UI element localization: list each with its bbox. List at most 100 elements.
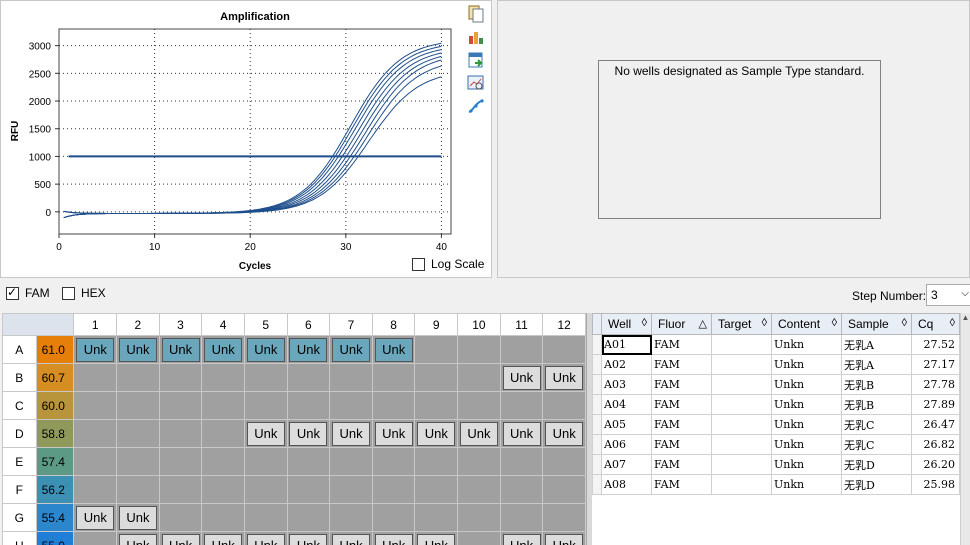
well-sample-type[interactable]: Unk bbox=[118, 533, 157, 545]
cell-well[interactable]: A02 bbox=[601, 354, 652, 375]
cell-well[interactable]: A05 bbox=[601, 414, 652, 435]
plate-well[interactable] bbox=[499, 335, 544, 364]
plate-well[interactable]: Unk bbox=[542, 363, 586, 392]
plate-well[interactable]: Unk bbox=[371, 335, 416, 364]
well-sample-type[interactable]: Unk bbox=[545, 365, 584, 390]
scroll-up-icon[interactable]: ▲ bbox=[961, 313, 970, 322]
row-selector[interactable] bbox=[592, 374, 602, 395]
log-scale-checkbox[interactable] bbox=[412, 257, 425, 271]
column-header-fluor[interactable]: Fluor △ bbox=[651, 313, 712, 335]
plate-well[interactable] bbox=[158, 447, 203, 476]
cell-target[interactable] bbox=[711, 474, 772, 495]
fam-checkbox[interactable] bbox=[6, 285, 19, 300]
table-row[interactable]: A01 FAM Unkn 无乳A 27.52 bbox=[592, 334, 960, 355]
plate-column-header[interactable]: 5 bbox=[243, 313, 288, 336]
well-sample-type[interactable]: Unk bbox=[502, 365, 541, 390]
cell-fluor[interactable]: FAM bbox=[651, 354, 712, 375]
well-sample-type[interactable]: Unk bbox=[417, 421, 456, 446]
well-sample-type[interactable]: Unk bbox=[246, 337, 285, 362]
row-selector[interactable] bbox=[592, 394, 602, 415]
plate-well[interactable]: Unk bbox=[329, 419, 373, 448]
cell-target[interactable] bbox=[711, 334, 772, 355]
sort-icon[interactable]: ◊ bbox=[832, 317, 837, 329]
plate-well[interactable] bbox=[116, 419, 160, 448]
row-selector[interactable] bbox=[592, 354, 602, 375]
well-sample-type[interactable]: Unk bbox=[118, 505, 157, 530]
plate-well[interactable] bbox=[329, 363, 373, 392]
column-header-target[interactable]: Target ◊ bbox=[711, 313, 772, 335]
plate-well[interactable] bbox=[542, 475, 586, 504]
cell-well[interactable]: A08 bbox=[601, 474, 652, 495]
cell-sample[interactable]: 无乳D bbox=[841, 454, 912, 475]
copy-icon[interactable] bbox=[467, 5, 485, 23]
plate-well[interactable]: Unk bbox=[201, 531, 245, 545]
cell-cq[interactable]: 27.17 bbox=[911, 354, 960, 375]
curve-icon[interactable] bbox=[467, 97, 485, 115]
plate-column-header[interactable]: 8 bbox=[371, 313, 416, 336]
plate-well[interactable] bbox=[73, 475, 118, 504]
plate-well[interactable]: Unk bbox=[73, 335, 118, 364]
plate-row-header[interactable]: G bbox=[2, 503, 37, 532]
fluor-toggle-hex[interactable]: HEX bbox=[62, 286, 106, 300]
plate-well[interactable] bbox=[329, 475, 373, 504]
results-scrollbar[interactable]: ▲ bbox=[960, 313, 970, 545]
well-sample-type[interactable]: Unk bbox=[332, 533, 371, 545]
plate-column-header[interactable]: 10 bbox=[457, 313, 501, 336]
cell-sample[interactable]: 无乳B bbox=[841, 374, 912, 395]
sort-icon[interactable]: ◊ bbox=[642, 317, 647, 329]
fluor-toggle-fam[interactable]: FAM bbox=[6, 285, 50, 300]
plate-well[interactable] bbox=[73, 531, 118, 545]
plate-well[interactable] bbox=[371, 391, 416, 420]
plate-well[interactable]: Unk bbox=[329, 335, 373, 364]
plate-well[interactable] bbox=[116, 475, 160, 504]
well-sample-type[interactable]: Unk bbox=[545, 421, 584, 446]
well-sample-type[interactable]: Unk bbox=[289, 421, 328, 446]
plate-well[interactable] bbox=[286, 363, 331, 392]
plate-well[interactable] bbox=[414, 447, 459, 476]
plate-well[interactable] bbox=[158, 503, 203, 532]
cell-fluor[interactable]: FAM bbox=[651, 474, 712, 495]
plate-well[interactable]: Unk bbox=[116, 531, 160, 545]
cell-target[interactable] bbox=[711, 374, 772, 395]
plate-well[interactable] bbox=[457, 503, 501, 532]
plate-well[interactable]: Unk bbox=[286, 335, 331, 364]
cell-sample[interactable]: 无乳D bbox=[841, 474, 912, 495]
sort-icon[interactable]: △ bbox=[699, 317, 707, 330]
plate-well[interactable] bbox=[457, 391, 501, 420]
plate-well[interactable] bbox=[201, 447, 245, 476]
plate-well[interactable]: Unk bbox=[329, 531, 373, 545]
cell-fluor[interactable]: FAM bbox=[651, 394, 712, 415]
plate-well[interactable]: Unk bbox=[116, 335, 160, 364]
cell-well[interactable]: A07 bbox=[601, 454, 652, 475]
cell-well[interactable]: A06 bbox=[601, 434, 652, 455]
cell-cq[interactable]: 25.98 bbox=[911, 474, 960, 495]
row-selector[interactable] bbox=[592, 334, 602, 355]
zoom-chart-icon[interactable] bbox=[467, 74, 485, 92]
plate-row-header[interactable]: F bbox=[2, 475, 37, 504]
cell-cq[interactable]: 26.47 bbox=[911, 414, 960, 435]
plate-well[interactable] bbox=[329, 391, 373, 420]
export-icon[interactable] bbox=[467, 51, 485, 69]
cell-content[interactable]: Unkn bbox=[771, 414, 842, 435]
plate-well[interactable]: Unk bbox=[371, 419, 416, 448]
plate-column-header[interactable]: 4 bbox=[201, 313, 245, 336]
plate-well[interactable] bbox=[414, 335, 459, 364]
plate-row-header[interactable]: E bbox=[2, 447, 37, 476]
cell-target[interactable] bbox=[711, 434, 772, 455]
row-selector[interactable] bbox=[592, 434, 602, 455]
column-header-well[interactable]: Well ◊ bbox=[601, 313, 652, 335]
plate-well[interactable] bbox=[73, 419, 118, 448]
plate-well[interactable] bbox=[286, 391, 331, 420]
cell-content[interactable]: Unkn bbox=[771, 474, 842, 495]
cell-content[interactable]: Unkn bbox=[771, 434, 842, 455]
plate-well[interactable] bbox=[201, 475, 245, 504]
plate-corner[interactable] bbox=[2, 313, 75, 336]
cell-content[interactable]: Unkn bbox=[771, 394, 842, 415]
log-scale-toggle[interactable]: Log Scale bbox=[412, 257, 484, 271]
cell-content[interactable]: Unkn bbox=[771, 454, 842, 475]
plate-well[interactable]: Unk bbox=[243, 419, 288, 448]
cell-well[interactable]: A03 bbox=[601, 374, 652, 395]
table-row[interactable]: A07 FAM Unkn 无乳D 26.20 bbox=[592, 454, 960, 475]
cell-target[interactable] bbox=[711, 394, 772, 415]
plate-well[interactable]: Unk bbox=[542, 419, 586, 448]
